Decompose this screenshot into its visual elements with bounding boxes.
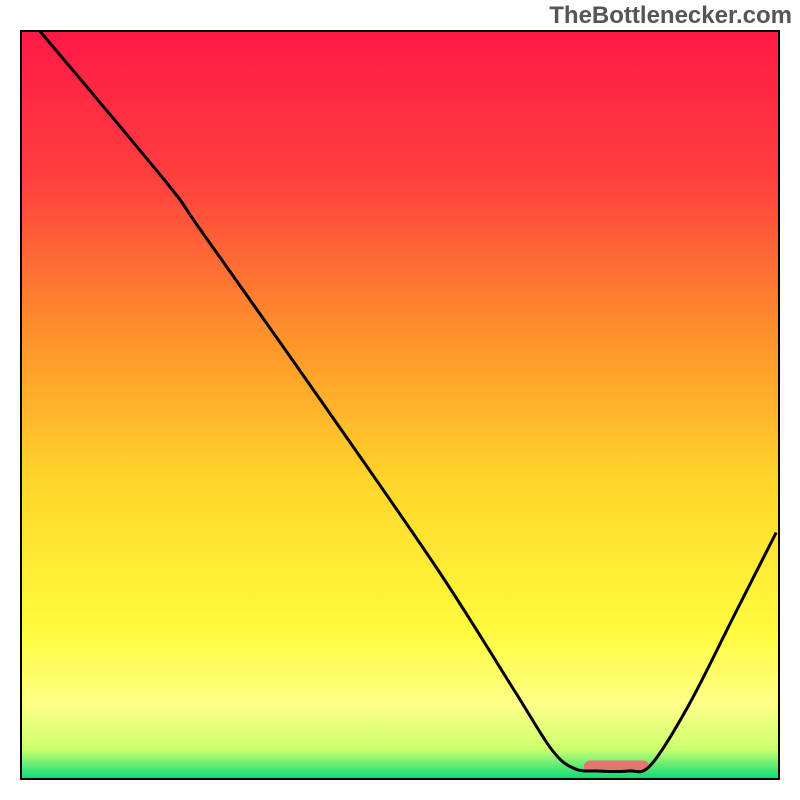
watermark-text: TheBottlenecker.com [549,2,792,30]
chart-container: TheBottlenecker.com [0,0,800,800]
bottleneck-chart [20,30,780,780]
